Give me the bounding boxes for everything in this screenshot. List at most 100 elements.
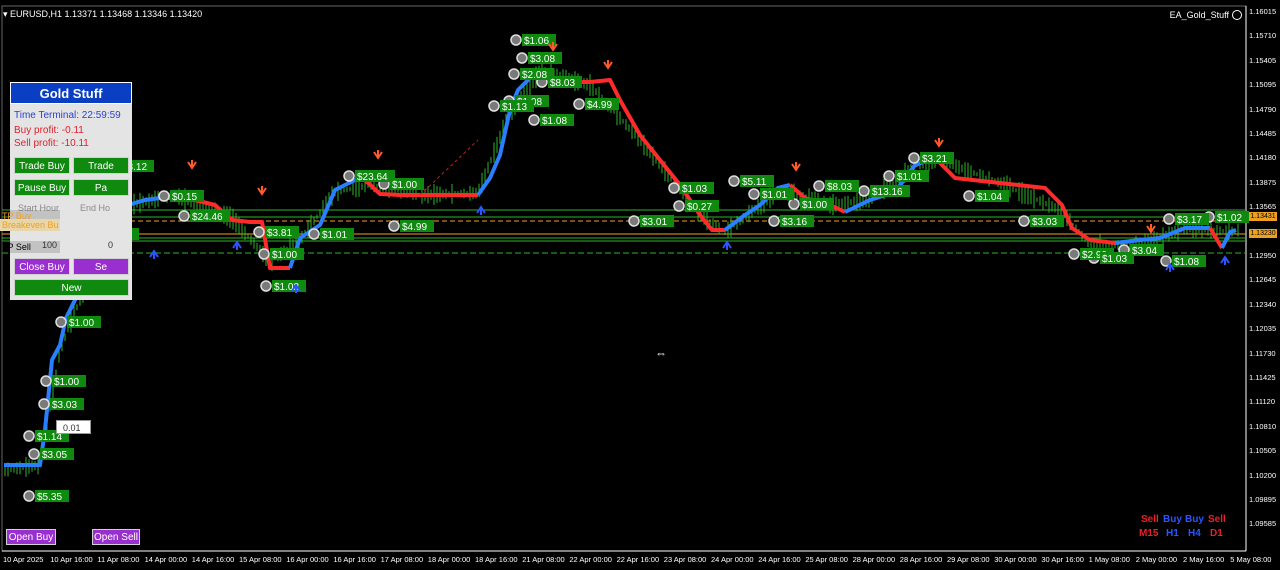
profit-label: $3.03 [1032, 217, 1057, 228]
time-tick-label: 10 Apr 16:00 [50, 555, 93, 564]
price-tick-label: 1.11730 [1249, 348, 1276, 358]
time-tick-label: 1 May 08:00 [1088, 555, 1130, 564]
price-tick-label: 1.16015 [1249, 7, 1277, 16]
price-tick-label: 1.13875 [1249, 177, 1277, 187]
profit-label: $1.00 [54, 377, 79, 388]
buy-arrow-icon [232, 240, 242, 250]
profit-label: $1.02 [1217, 213, 1242, 224]
trade-marker [510, 34, 522, 46]
price-tick-label: 1.09585 [1249, 519, 1277, 529]
sell-arrow-icon [603, 60, 613, 70]
trade-marker [516, 52, 528, 64]
trade-marker [628, 215, 640, 227]
trade-marker [258, 248, 270, 260]
gold-stuff-panel: Gold Stuff Time Terminal: 22:59:59 Buy p… [0, 82, 132, 300]
time-tick-label: 15 Apr 08:00 [239, 555, 282, 564]
buy-profit: Buy profit: -0.11 [14, 125, 84, 136]
pause-buy-button[interactable]: Pause Buy [14, 179, 70, 196]
price-tick-label: 1.15405 [1249, 55, 1277, 65]
trade-marker [488, 100, 500, 112]
ea-label[interactable]: EA_Gold_Stuff [1170, 10, 1242, 20]
trade-marker [343, 170, 355, 182]
time-tick-label: 14 Apr 16:00 [191, 555, 235, 564]
price-tick-label: 1.15710 [1249, 31, 1277, 41]
time-terminal: Time Terminal: 22:59:59 [14, 110, 121, 121]
profit-label: $24.46 [192, 212, 223, 223]
profit-label: $1.00 [802, 200, 827, 211]
price-tick-label: 1.11425 [1249, 373, 1276, 382]
open-sell-button[interactable]: Open Sell [92, 529, 140, 545]
trade-marker [768, 215, 780, 227]
trade-marker [813, 180, 825, 192]
time-tick-label: 25 Apr 08:00 [805, 555, 848, 564]
profit-label: $13.16 [872, 187, 903, 198]
lot-size-input[interactable]: 0.01 [56, 420, 91, 434]
profit-label: $4.99 [587, 100, 612, 111]
time-tick-label: 5 May 08:00 [1230, 555, 1272, 564]
trade-marker [788, 198, 800, 210]
tf-label-m15: M15 [1139, 528, 1159, 539]
trade-marker [158, 190, 170, 202]
resize-cursor-icon: ⇔ [655, 346, 667, 360]
trade-marker [40, 375, 52, 387]
trade-marker [23, 490, 35, 502]
profit-label: $8.03 [550, 78, 575, 89]
trade-marker [308, 228, 320, 240]
time-tick-label: 21 Apr 08:00 [522, 555, 565, 564]
close-buy-button[interactable]: Close Buy [14, 258, 70, 275]
trade-marker [508, 68, 520, 80]
sell-arrow-icon [934, 138, 944, 148]
buy-arrow-icon [1220, 255, 1230, 265]
time-tick-label: 28 Apr 16:00 [899, 555, 943, 564]
price-tick-label: 1.09895 [1249, 495, 1277, 504]
sell-profit: Sell profit: -10.11 [14, 138, 89, 149]
profit-label: $2.08 [522, 70, 547, 81]
buy-arrow-icon [722, 240, 732, 250]
profit-label: $3.04 [1132, 246, 1157, 257]
trade-marker [1163, 213, 1175, 225]
trade-marker [908, 152, 920, 164]
time-tick-label: 10 Apr 2025 [3, 555, 44, 564]
signal-arrows [149, 42, 1230, 293]
trade-marker [38, 398, 50, 410]
time-tick-label: 22 Apr 00:00 [569, 555, 612, 564]
trade-marker [673, 200, 685, 212]
profit-label: $1.01 [897, 172, 922, 183]
trade-buy-button[interactable]: Trade Buy [14, 157, 70, 174]
time-tick-label: 17 Apr 08:00 [380, 555, 424, 564]
profit-label: $3.05 [42, 450, 67, 461]
breakeven-buy-field[interactable]: Breakeven Bu [0, 219, 60, 231]
smiley-icon [1232, 10, 1242, 20]
close-sell-button[interactable]: Se [73, 258, 129, 275]
symbol-header: ▾ EURUSD,H1 1.13371 1.13468 1.13346 1.13… [3, 9, 203, 19]
trade-marker [253, 226, 265, 238]
buy-arrow-icon [476, 205, 486, 215]
open-buy-button[interactable]: Open Buy [6, 529, 56, 545]
price-tick-label: 1.13565 [1249, 202, 1277, 212]
trade-marker [528, 114, 540, 126]
time-tick-label: 22 Apr 16:00 [616, 555, 660, 564]
profit-label: $1.03 [682, 184, 707, 195]
price-tick-label: 1.12035 [1249, 324, 1277, 334]
profit-label: $1.06 [524, 36, 549, 47]
trade-marker [963, 190, 975, 202]
trade-sell-button[interactable]: Trade [73, 157, 129, 174]
price-chart[interactable]: $1.06$3.08$2.08$8.03$4.99$1.08$0.15$24.4… [0, 0, 1280, 570]
ea-label-text: EA_Gold_Stuff [1169, 10, 1229, 20]
pause-sell-button[interactable]: Pa [73, 179, 129, 196]
profit-label: $0.27 [687, 202, 712, 213]
profit-label: $1.13 [502, 102, 527, 113]
time-tick-label: 14 Apr 00:00 [144, 555, 188, 564]
time-tick-label: 2 May 16:00 [1183, 555, 1225, 564]
tf-label-d1: D1 [1210, 528, 1223, 539]
time-tick-label: 30 Apr 00:00 [994, 555, 1037, 564]
time-tick-label: 23 Apr 08:00 [663, 555, 707, 564]
new-button[interactable]: New [14, 279, 129, 296]
price-tick-label: 1.10810 [1249, 421, 1277, 431]
time-tick-label: 16 Apr 00:00 [286, 555, 329, 564]
sell-arrow-icon [187, 160, 197, 170]
price-tick-label: 1.14790 [1249, 104, 1277, 114]
profit-label: $1.08 [1174, 257, 1199, 268]
panel-title: Gold Stuff [10, 82, 132, 104]
time-tick-label: 29 Apr 08:00 [947, 555, 990, 564]
